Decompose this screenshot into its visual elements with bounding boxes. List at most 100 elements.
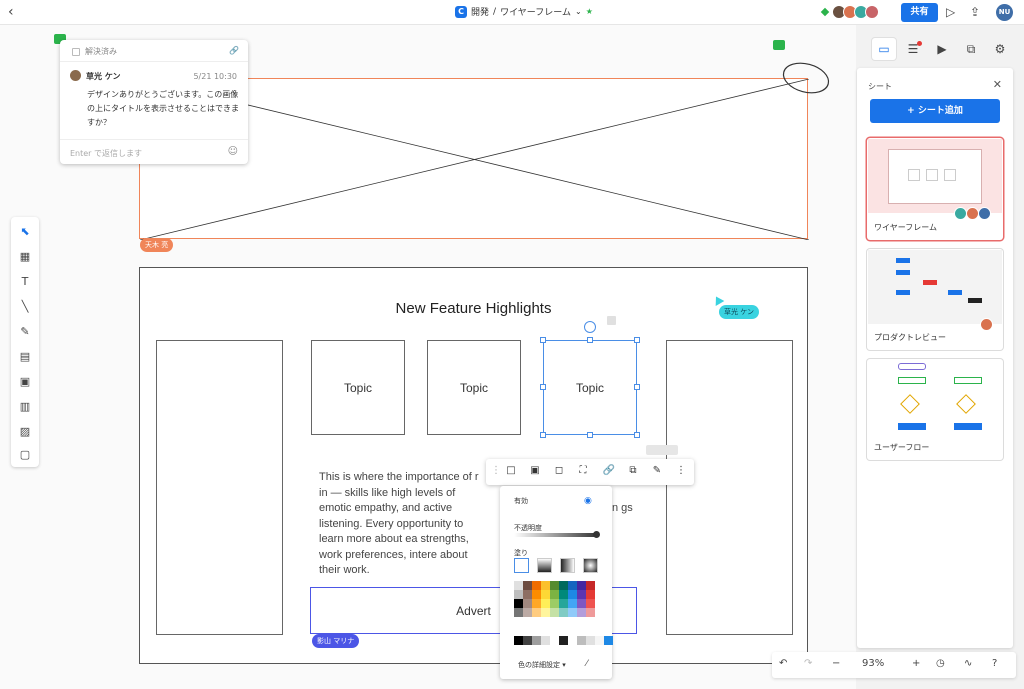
- user-avatar[interactable]: NU: [996, 4, 1013, 21]
- color-swatch[interactable]: [514, 581, 523, 590]
- color-swatch[interactable]: [568, 599, 577, 608]
- checkbox-icon[interactable]: [72, 47, 80, 56]
- color-swatch[interactable]: [514, 599, 523, 608]
- layer-icon[interactable]: ⧉: [626, 464, 640, 478]
- color-swatch[interactable]: [595, 636, 604, 645]
- topic-box[interactable]: Topic: [311, 340, 405, 435]
- video-icon[interactable]: ▶: [930, 38, 954, 60]
- color-swatch[interactable]: [604, 636, 613, 645]
- color-swatch[interactable]: [586, 636, 595, 645]
- color-swatch[interactable]: [532, 636, 541, 645]
- resize-handle[interactable]: [540, 384, 546, 390]
- resolve-checkbox[interactable]: 解決済み: [72, 46, 117, 57]
- color-swatch[interactable]: [532, 590, 541, 599]
- shadow-icon[interactable]: ◻: [552, 464, 566, 478]
- color-swatch[interactable]: [577, 608, 586, 617]
- color-swatch[interactable]: [559, 636, 568, 645]
- color-swatch[interactable]: [523, 581, 532, 590]
- freehand-ellipse[interactable]: [780, 60, 832, 102]
- comments-panel-icon[interactable]: ☰: [901, 38, 925, 60]
- color-swatch[interactable]: [568, 581, 577, 590]
- color-swatch[interactable]: [550, 599, 559, 608]
- play-icon[interactable]: ▷: [946, 5, 955, 19]
- shapes-tool-icon[interactable]: ▦: [11, 247, 39, 267]
- opacity-slider-handle[interactable]: [593, 531, 600, 538]
- avatar[interactable]: [865, 5, 879, 19]
- breadcrumb-project[interactable]: 開発: [471, 5, 489, 18]
- color-swatch[interactable]: [559, 599, 568, 608]
- color-swatch[interactable]: [586, 590, 595, 599]
- color-swatch[interactable]: [523, 599, 532, 608]
- resize-handle[interactable]: [634, 384, 640, 390]
- export-icon[interactable]: ⇪: [970, 5, 980, 19]
- zoom-level[interactable]: 93%: [862, 658, 884, 669]
- topic-box-selected[interactable]: Topic: [543, 340, 637, 435]
- color-swatch[interactable]: [559, 608, 568, 617]
- drag-handle-icon[interactable]: ⋮: [489, 464, 503, 478]
- color-swatch[interactable]: [559, 590, 568, 599]
- more-icon[interactable]: ⋮: [674, 464, 688, 478]
- left-column-box[interactable]: [156, 340, 283, 635]
- lock-icon[interactable]: [607, 316, 616, 325]
- resize-handle[interactable]: [587, 337, 593, 343]
- star-icon[interactable]: ★: [586, 7, 593, 16]
- rotate-handle-icon[interactable]: [584, 321, 596, 333]
- sheet-card-product-review[interactable]: プロダクトレビュー: [867, 249, 1003, 350]
- emoji-icon[interactable]: ☺: [228, 146, 238, 157]
- color-swatch[interactable]: [568, 608, 577, 617]
- color-swatch[interactable]: [523, 590, 532, 599]
- color-swatch[interactable]: [514, 608, 523, 617]
- help-icon[interactable]: ?: [992, 658, 997, 669]
- color-swatch[interactable]: [541, 590, 550, 599]
- table-tool-icon[interactable]: ▤: [11, 347, 39, 367]
- fill-linear-gradient-option[interactable]: [537, 558, 552, 573]
- color-swatch[interactable]: [523, 608, 532, 617]
- color-swatch[interactable]: [541, 599, 550, 608]
- select-tool-icon[interactable]: ⬉: [11, 222, 39, 242]
- color-swatch[interactable]: [586, 608, 595, 617]
- sheet-card-user-flow[interactable]: ユーザーフロー: [867, 359, 1003, 460]
- color-swatch[interactable]: [523, 636, 532, 645]
- color-swatch[interactable]: [586, 599, 595, 608]
- color-swatch[interactable]: [577, 590, 586, 599]
- wireframe-title[interactable]: New Feature Highlights: [139, 300, 808, 317]
- color-swatch[interactable]: [541, 581, 550, 590]
- resize-handle[interactable]: [634, 432, 640, 438]
- frame-tool-icon[interactable]: ▣: [11, 372, 39, 392]
- color-swatch[interactable]: [568, 590, 577, 599]
- link-icon[interactable]: 🔗: [229, 46, 239, 55]
- color-detail-button[interactable]: 色の詳細設定 ▾: [518, 660, 566, 670]
- fill-solid-option[interactable]: [514, 558, 529, 573]
- add-sheet-button[interactable]: + シート追加: [870, 99, 1000, 123]
- color-swatch[interactable]: [550, 590, 559, 599]
- resize-handle[interactable]: [540, 337, 546, 343]
- undo-icon[interactable]: ↶: [779, 658, 787, 669]
- link-icon[interactable]: 🔗: [602, 464, 616, 478]
- sheet-card-wireframe[interactable]: ワイヤーフレーム: [867, 138, 1003, 240]
- color-swatch[interactable]: [586, 581, 595, 590]
- activity-icon[interactable]: ∿: [964, 658, 972, 669]
- color-swatch[interactable]: [577, 581, 586, 590]
- color-swatch[interactable]: [550, 608, 559, 617]
- breadcrumb-page[interactable]: ワイヤーフレーム: [500, 5, 571, 18]
- eyedropper-icon[interactable]: ⁄: [586, 659, 588, 669]
- color-swatch[interactable]: [514, 590, 523, 599]
- redo-icon[interactable]: ↷: [804, 658, 812, 669]
- comment-tool-icon[interactable]: ▢: [11, 445, 39, 465]
- opacity-slider[interactable]: [514, 533, 598, 537]
- back-arrow-icon[interactable]: ‹: [8, 4, 14, 20]
- fill-icon[interactable]: □: [504, 464, 518, 478]
- eye-icon[interactable]: ◉: [584, 496, 592, 506]
- settings-gear-icon[interactable]: ⚙: [988, 38, 1012, 60]
- screens-icon[interactable]: ⧉: [959, 38, 983, 60]
- color-swatch[interactable]: [532, 599, 541, 608]
- sheets-panel-icon[interactable]: ▭: [872, 38, 896, 60]
- resize-handle[interactable]: [540, 432, 546, 438]
- zoom-out-button[interactable]: −: [832, 658, 840, 669]
- body-text[interactable]: This is where the importance of r in — s…: [319, 470, 489, 579]
- topic-box[interactable]: Topic: [427, 340, 521, 435]
- color-swatch[interactable]: [514, 636, 523, 645]
- image-tool-icon[interactable]: ▨: [11, 422, 39, 442]
- resize-handle[interactable]: [587, 432, 593, 438]
- color-swatch[interactable]: [550, 636, 559, 645]
